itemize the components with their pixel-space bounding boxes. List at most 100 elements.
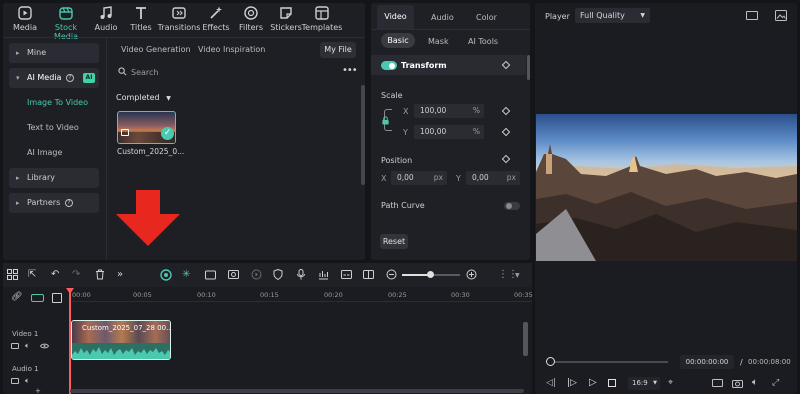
scene-detect-icon[interactable] [228, 269, 240, 281]
more-tools-icon[interactable]: » [117, 269, 129, 281]
subtab-basic[interactable]: Basic [381, 33, 415, 48]
progress-track[interactable] [550, 361, 668, 363]
media-thumbnail[interactable]: ✓ [117, 111, 176, 144]
percent-unit: % [472, 106, 480, 115]
select-cursor-icon[interactable]: ⇱ [28, 269, 40, 281]
split-view-icon[interactable] [363, 269, 375, 281]
subtab-mask[interactable]: Mask [428, 37, 449, 46]
marker-icon[interactable]: ⌖ [668, 378, 673, 388]
add-track-icon[interactable]: + [35, 387, 41, 394]
tab-audio[interactable]: Audio [431, 13, 454, 22]
quality-dropdown[interactable]: Full Quality ▼ [575, 8, 650, 23]
auto-reframe-icon[interactable] [205, 269, 217, 281]
chevron-down-icon: ▼ [640, 12, 645, 19]
toolbar-templates[interactable]: Templates [301, 5, 343, 32]
sidebar-item-image-to-video[interactable]: Image To Video [27, 98, 88, 107]
zoom-out-icon[interactable] [386, 269, 398, 281]
transform-toggle[interactable] [381, 61, 397, 70]
toolbar-filters[interactable]: Filters [231, 5, 271, 32]
tab-color[interactable]: Color [476, 13, 497, 22]
scale-y-field[interactable]: 100,00 % [414, 125, 484, 139]
scale-x-field[interactable]: 100,00 % [414, 104, 484, 118]
toolbar-transitions[interactable]: Transitions [157, 5, 201, 32]
transform-label: Transform [401, 61, 447, 70]
filter-dropdown[interactable]: Completed ▼ [116, 93, 171, 102]
speed-icon[interactable] [251, 269, 263, 281]
stop-icon[interactable] [608, 379, 616, 387]
eye-icon[interactable] [40, 343, 49, 349]
chevron-down-icon[interactable]: ▼ [515, 272, 527, 284]
thumbnail-label: Custom_2025_0... [117, 147, 185, 156]
timeline-vertical-scrollbar[interactable] [523, 322, 528, 356]
caption-icon[interactable] [341, 269, 353, 281]
search-input[interactable]: Search [131, 68, 311, 77]
voiceover-icon[interactable] [318, 269, 330, 281]
aspect-ratio-dropdown[interactable]: 16:9 ▼ [628, 377, 660, 390]
shield-icon[interactable] [273, 269, 285, 281]
toggle-knob [505, 203, 512, 209]
subtab-ai-tools[interactable]: AI Tools [468, 37, 498, 46]
toolbar-stickers[interactable]: Stickers [266, 5, 306, 32]
scale-x-value: 100,00 [420, 106, 447, 115]
toolbar-titles[interactable]: Titles [121, 5, 161, 32]
position-x-field[interactable]: 0,00 px [391, 171, 447, 185]
track-layout-icon[interactable] [52, 293, 62, 303]
toolbar-stock-media[interactable]: Stock Media [44, 5, 88, 41]
properties-scrollbar[interactable] [527, 55, 530, 80]
layout-options-icon[interactable]: ⋮⋮ [498, 269, 518, 281]
undo-icon[interactable]: ↶ [51, 269, 63, 281]
my-file-button[interactable]: My File [320, 42, 356, 58]
redo-icon[interactable]: ↷ [72, 269, 84, 281]
speaker-icon[interactable]: 🔈︎ [25, 341, 30, 351]
camera-icon[interactable] [732, 379, 743, 388]
current-time-field[interactable]: 00:00:00:00 [680, 355, 734, 369]
sidebar-item-library[interactable]: ▸ Library [9, 168, 99, 188]
toolbar-effects[interactable]: Effects [196, 5, 236, 32]
microphone-icon[interactable] [296, 269, 308, 281]
link-icon[interactable]: 🔗︎ [11, 292, 23, 304]
media-scrollbar[interactable] [361, 85, 365, 185]
display-icon[interactable] [712, 379, 723, 387]
delete-icon[interactable] [95, 269, 107, 281]
play-icon[interactable]: ▷ [589, 377, 597, 388]
volume-icon[interactable]: 🔈︎ [752, 377, 758, 388]
speaker-icon[interactable]: 🔈︎ [25, 376, 30, 386]
playhead[interactable] [69, 288, 71, 394]
zoom-in-icon[interactable] [466, 269, 478, 281]
position-y-field[interactable]: 0,00 px [466, 171, 520, 185]
progress-handle[interactable] [546, 357, 555, 366]
timeline-horizontal-scrollbar[interactable] [70, 389, 524, 393]
folder-icon[interactable] [11, 378, 19, 384]
sidebar-item-ai-image[interactable]: AI Image [27, 148, 62, 157]
step-back-icon[interactable]: |▷ [567, 378, 577, 388]
track-magnet-icon[interactable] [31, 294, 44, 302]
toolbar-media[interactable]: Media [5, 5, 45, 32]
grid-layout-icon[interactable] [7, 269, 19, 281]
image-icon[interactable] [775, 10, 787, 21]
lock-icon[interactable] [381, 116, 390, 125]
fullscreen-icon[interactable]: ⤢ [772, 378, 779, 388]
sidebar-item-partners[interactable]: ▸ Partners ? [9, 193, 99, 213]
tab-video-inspiration[interactable]: Video Inspiration [198, 45, 265, 54]
prev-frame-icon[interactable]: ◁| [546, 378, 556, 388]
snapshot-grid-icon[interactable] [746, 11, 758, 20]
video-preview[interactable] [536, 114, 797, 261]
reset-button[interactable]: Reset [380, 234, 408, 249]
snap-icon[interactable] [160, 269, 172, 281]
toggle-knob [389, 62, 395, 69]
sidebar-item-mine[interactable]: ▸ Mine [9, 43, 99, 63]
sidebar-item-label: Library [27, 173, 55, 182]
folder-icon[interactable] [11, 343, 19, 349]
filters-icon [243, 5, 259, 21]
video-clip[interactable]: Custom_2025_07_28 00... [71, 320, 171, 360]
sidebar-item-ai-media[interactable]: ▾ AI Media ? AI [9, 68, 99, 88]
zoom-slider-handle[interactable] [427, 271, 434, 278]
path-curve-toggle[interactable] [504, 202, 520, 210]
toolbar-audio[interactable]: Audio [86, 5, 126, 32]
tab-video[interactable]: Video [377, 5, 414, 29]
chevron-down-icon: ▾ [16, 74, 20, 82]
more-options-icon[interactable]: ••• [342, 65, 358, 76]
ai-mark-icon[interactable]: ✳ [182, 269, 194, 281]
sidebar-item-text-to-video[interactable]: Text to Video [27, 123, 79, 132]
tab-video-generation[interactable]: Video Generation [121, 45, 191, 54]
